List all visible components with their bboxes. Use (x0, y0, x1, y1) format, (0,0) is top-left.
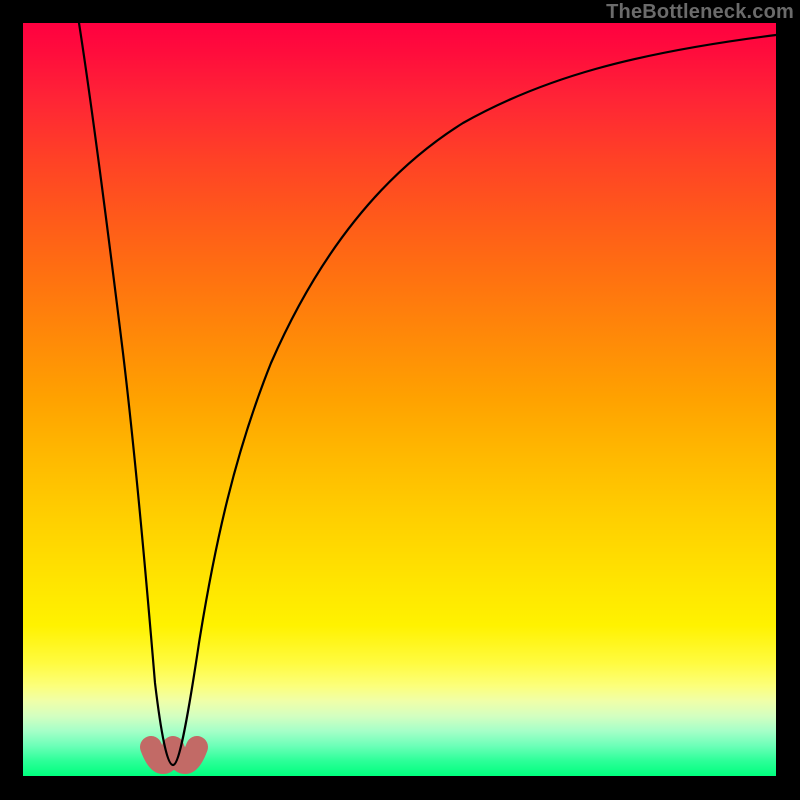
chart-svg (23, 23, 776, 776)
selected-region-marker (151, 747, 197, 763)
bottleneck-curve (79, 23, 776, 765)
watermark-text: TheBottleneck.com (606, 1, 794, 24)
plot-area (23, 23, 776, 776)
chart-frame: TheBottleneck.com (0, 0, 800, 800)
